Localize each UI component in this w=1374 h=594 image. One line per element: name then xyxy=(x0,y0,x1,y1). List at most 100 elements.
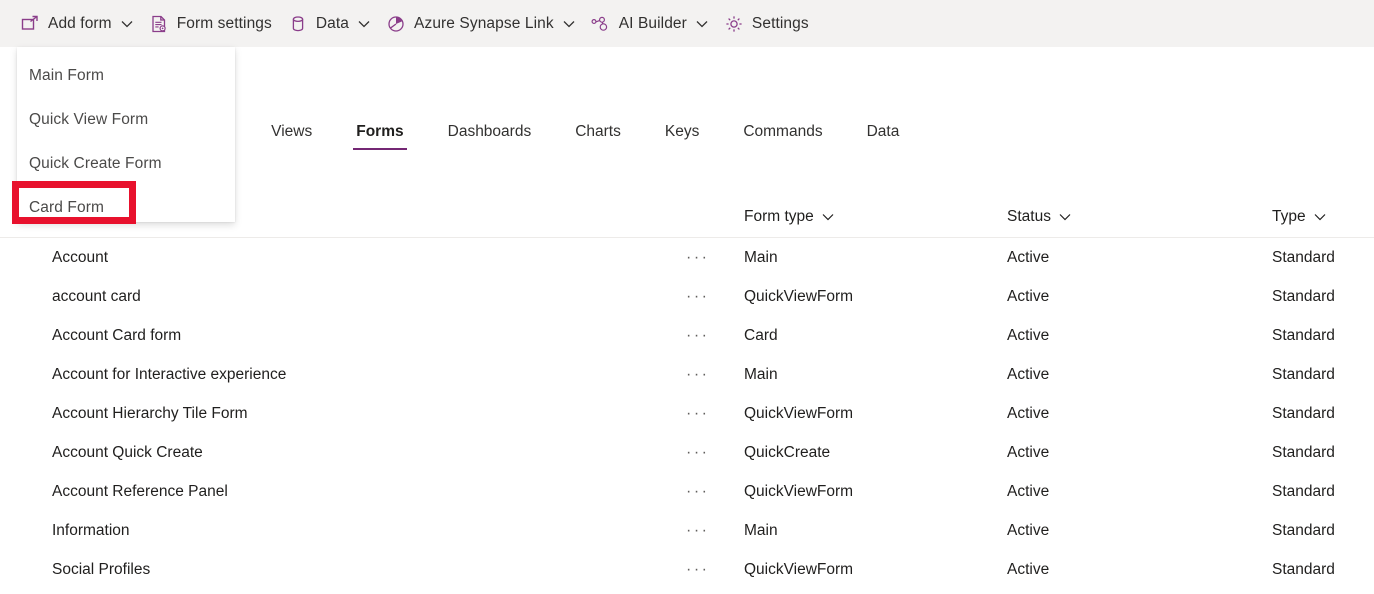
cell-type: Standard xyxy=(1272,287,1335,305)
cell-form-type: QuickViewForm xyxy=(744,287,854,305)
cell-form-name[interactable]: Account Reference Panel xyxy=(52,472,228,511)
cell-status: Active xyxy=(1007,365,1050,383)
cell-status: Active xyxy=(1007,248,1050,266)
cell-form-type: Main xyxy=(744,365,778,383)
add-form-label: Add form xyxy=(48,14,112,32)
table-row[interactable]: Social Profiles ··· QuickViewForm Active Sta… xyxy=(0,550,1374,589)
column-header-status[interactable]: Status xyxy=(1007,196,1071,238)
cell-status: Active xyxy=(1007,482,1050,500)
cell-form-name[interactable]: Account Card form xyxy=(52,316,181,355)
chevron-down-icon[interactable] xyxy=(822,211,834,223)
tab-keys[interactable]: Keys xyxy=(651,110,713,154)
tab-dashboards[interactable]: Dashboards xyxy=(434,110,546,154)
row-more-options-icon[interactable]: ··· xyxy=(686,277,709,316)
column-header-label: Type xyxy=(1272,208,1306,225)
table-row[interactable]: Account Card form ··· Card Active Standard xyxy=(0,316,1374,355)
cell-type: Standard xyxy=(1272,443,1335,461)
column-header-type[interactable]: Type xyxy=(1272,196,1326,238)
grid-body: Account ··· Main Active Standard account card… xyxy=(0,238,1374,589)
command-bar: Add form Form settings Data Azure Synaps… xyxy=(0,0,1374,47)
gear-icon xyxy=(724,14,744,34)
tab-data[interactable]: Data xyxy=(853,110,914,154)
cell-status: Active xyxy=(1007,521,1050,539)
ai-builder-button[interactable]: AI Builder xyxy=(585,0,718,47)
chevron-down-icon[interactable] xyxy=(121,18,133,30)
chevron-down-icon[interactable] xyxy=(1314,211,1326,223)
menu-item-main-form[interactable]: Main Form xyxy=(17,54,235,98)
menu-item-label: Quick View Form xyxy=(29,111,149,128)
add-form-button[interactable]: Add form xyxy=(14,0,143,47)
cell-form-name[interactable]: Social Profiles xyxy=(52,550,150,589)
azure-synapse-link-icon xyxy=(386,14,406,34)
row-more-options-icon[interactable]: ··· xyxy=(686,238,709,277)
row-more-options-icon[interactable]: ··· xyxy=(686,511,709,550)
menu-item-quick-view-form[interactable]: Quick View Form xyxy=(17,98,235,142)
row-more-options-icon[interactable]: ··· xyxy=(686,472,709,511)
row-more-options-icon[interactable]: ··· xyxy=(686,550,709,589)
column-header-label: Form type xyxy=(744,208,814,225)
cell-type: Standard xyxy=(1272,326,1335,344)
form-settings-icon xyxy=(149,14,169,34)
menu-item-label: Main Form xyxy=(29,67,104,84)
row-more-options-icon[interactable]: ··· xyxy=(686,394,709,433)
table-row[interactable]: Account Reference Panel ··· QuickViewForm A… xyxy=(0,472,1374,511)
table-row[interactable]: Account ··· Main Active Standard xyxy=(0,238,1374,277)
table-row[interactable]: account card ··· QuickViewForm Active Standa… xyxy=(0,277,1374,316)
column-header-form-type[interactable]: Form type xyxy=(744,196,834,238)
chevron-down-icon[interactable] xyxy=(1059,211,1071,223)
cell-form-name[interactable]: Information xyxy=(52,511,130,550)
cell-status: Active xyxy=(1007,326,1050,344)
tab-commands[interactable]: Commands xyxy=(729,110,836,154)
azure-synapse-link-button[interactable]: Azure Synapse Link xyxy=(380,0,585,47)
row-more-options-icon[interactable]: ··· xyxy=(686,355,709,394)
table-row[interactable]: Account Quick Create ··· QuickCreate Active… xyxy=(0,433,1374,472)
menu-item-card-form[interactable]: Card Form xyxy=(17,186,235,230)
menu-item-quick-create-form[interactable]: Quick Create Form xyxy=(17,142,235,186)
menu-item-label: Card Form xyxy=(29,199,104,216)
cell-form-name[interactable]: Account Hierarchy Tile Form xyxy=(52,394,248,433)
form-settings-label: Form settings xyxy=(176,14,272,32)
cell-form-name[interactable]: Account Quick Create xyxy=(52,433,203,472)
tab-label: Keys xyxy=(664,123,700,140)
row-more-options-icon[interactable]: ··· xyxy=(686,316,709,355)
data-button[interactable]: Data xyxy=(282,0,380,47)
cell-status: Active xyxy=(1007,560,1050,578)
table-row[interactable]: Account for Interactive experience ··· Mai… xyxy=(0,355,1374,394)
chevron-down-icon[interactable] xyxy=(696,18,708,30)
tab-label: Data xyxy=(866,123,900,140)
cell-type: Standard xyxy=(1272,248,1335,266)
tab-forms[interactable]: Forms xyxy=(342,110,417,154)
form-settings-button[interactable]: Form settings xyxy=(143,0,282,47)
chevron-down-icon[interactable] xyxy=(358,18,370,30)
cell-form-name[interactable]: Account xyxy=(52,238,108,277)
row-more-options-icon[interactable]: ··· xyxy=(686,433,709,472)
tab-label: Charts xyxy=(575,123,621,140)
cell-form-type: QuickCreate xyxy=(744,443,831,461)
settings-button[interactable]: Settings xyxy=(718,0,819,47)
table-row[interactable]: Account Hierarchy Tile Form ··· QuickViewF… xyxy=(0,394,1374,433)
table-row[interactable]: Information ··· Main Active Standard xyxy=(0,511,1374,550)
cell-form-name[interactable]: account card xyxy=(52,277,141,316)
cell-status: Active xyxy=(1007,443,1050,461)
azure-synapse-link-label: Azure Synapse Link xyxy=(414,14,554,32)
cell-form-type: Main xyxy=(744,248,778,266)
cell-form-type: Card xyxy=(744,326,778,344)
cell-form-name[interactable]: Account for Interactive experience xyxy=(52,355,286,394)
database-icon xyxy=(288,14,308,34)
cell-type: Standard xyxy=(1272,560,1335,578)
cell-type: Standard xyxy=(1272,365,1335,383)
settings-label: Settings xyxy=(751,14,809,32)
cell-status: Active xyxy=(1007,404,1050,422)
tab-label: Dashboards xyxy=(447,123,532,140)
cell-type: Standard xyxy=(1272,482,1335,500)
tab-views[interactable]: Views xyxy=(257,110,326,154)
menu-item-label: Quick Create Form xyxy=(29,155,162,172)
chevron-down-icon[interactable] xyxy=(563,18,575,30)
tab-label: Commands xyxy=(743,123,823,140)
tab-charts[interactable]: Charts xyxy=(561,110,635,154)
add-form-dropdown-menu: Main Form Quick View Form Quick Create F… xyxy=(17,47,235,222)
cell-form-type: Main xyxy=(744,521,778,539)
ai-builder-icon xyxy=(591,14,611,34)
forms-grid: Form type Status Type Account ··· Main Acti… xyxy=(0,196,1374,589)
cell-form-type: QuickViewForm xyxy=(744,482,854,500)
